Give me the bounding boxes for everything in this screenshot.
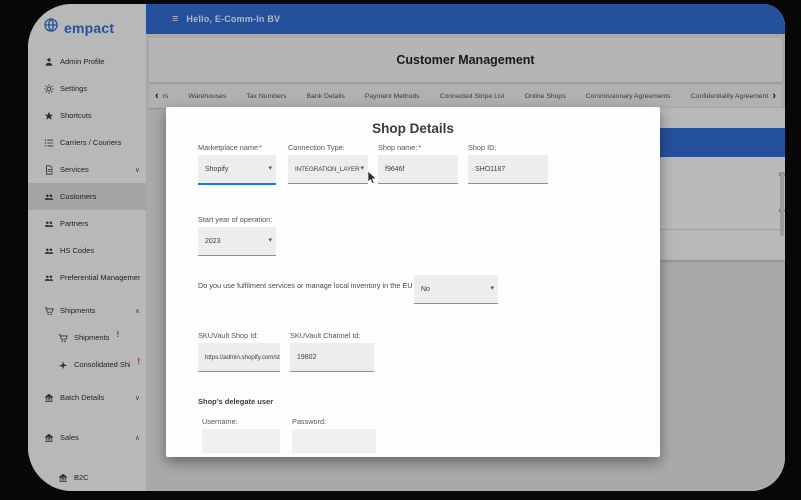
start-year-select[interactable]: 2023 ▾ [198,227,276,256]
shop-details-modal: Shop Details Marketplace name* Shopify ▾… [166,107,660,457]
connection-type-label: Connection Type: [288,143,345,152]
username-label: Username: [202,417,238,426]
connection-type-select[interactable]: INTEGRATION_LAYER ▾ [288,155,368,184]
password-label: Password: [292,417,327,426]
fulfilment-select[interactable]: No ▾ [414,275,498,304]
skuvault-shop-id-input[interactable]: https://admin.shopify.com/st [198,343,280,372]
caret-down-icon: ▾ [268,165,272,172]
skuvault-shop-id-label: SKUVault Shop Id: [198,331,259,340]
app-window: empact Admin Profile Settings Shortcuts Car… [28,4,785,491]
modal-title: Shop Details [372,121,454,136]
password-input[interactable] [292,429,376,453]
shop-name-label: Shop name:* [378,143,422,152]
skuvault-channel-id-label: SKUVault Channel Id: [290,331,361,340]
shop-id-label: Shop ID: [468,143,497,152]
caret-down-icon: ▾ [490,285,494,292]
shop-id-input[interactable]: SHO1187 [468,155,548,184]
marketplace-name-label: Marketplace name* [198,143,262,152]
username-input[interactable] [202,429,280,453]
shop-name-input[interactable]: f9646f [378,155,458,184]
delegate-user-heading: Shop's delegate user [198,397,274,406]
skuvault-channel-id-input[interactable]: 19802 [290,343,374,372]
caret-down-icon: ▾ [268,237,272,244]
marketplace-name-select[interactable]: Shopify ▾ [198,155,276,185]
screen: empact Admin Profile Settings Shortcuts Car… [0,0,801,500]
start-year-label: Start year of operation: [198,215,273,224]
caret-down-icon: ▾ [360,165,364,172]
